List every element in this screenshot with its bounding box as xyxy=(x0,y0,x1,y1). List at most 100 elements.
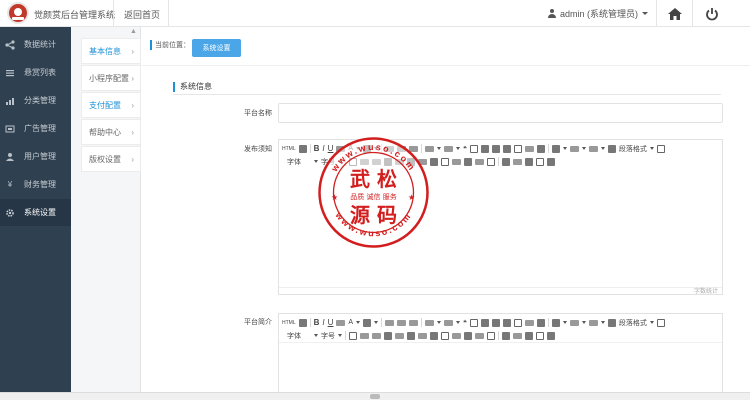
unordered-list-icon[interactable] xyxy=(444,319,454,326)
table-icon[interactable] xyxy=(656,318,665,327)
paragraph-format-select[interactable]: 段落格式 xyxy=(619,144,647,154)
line-height-icon[interactable] xyxy=(569,319,579,326)
highlight-icon[interactable] xyxy=(363,318,372,327)
anchor-icon[interactable] xyxy=(502,331,510,340)
table-row-icon[interactable] xyxy=(360,332,369,339)
paragraph-format-select[interactable]: 段落格式 xyxy=(619,318,647,328)
cell-merge-icon[interactable] xyxy=(452,332,461,339)
cell-split-icon[interactable] xyxy=(464,157,472,166)
video-icon[interactable] xyxy=(491,144,500,153)
file-icon[interactable] xyxy=(502,144,511,153)
fullscreen-icon[interactable] xyxy=(547,157,555,166)
font-color-icon[interactable] xyxy=(551,144,560,153)
italic-button[interactable]: I xyxy=(322,318,324,327)
font-select[interactable]: 字体 xyxy=(287,157,301,167)
cell-props-icon[interactable] xyxy=(487,331,495,340)
logout-button[interactable] xyxy=(692,0,730,27)
align-right-icon[interactable] xyxy=(409,319,419,326)
hr-icon[interactable] xyxy=(524,145,534,152)
subnav-item-help[interactable]: 帮助中心 › xyxy=(81,119,141,145)
platform-intro-editor[interactable]: HTML B I U A ❝ 段落格式 字体 字号 xyxy=(278,313,723,400)
code-icon[interactable] xyxy=(513,318,522,327)
eraser-icon[interactable] xyxy=(536,144,545,153)
cell-icon[interactable] xyxy=(441,331,449,340)
emoji-icon[interactable] xyxy=(469,144,478,153)
unordered-list-icon[interactable] xyxy=(444,145,454,152)
underline-button[interactable]: U xyxy=(328,318,334,327)
user-menu[interactable]: admin (系统管理员) xyxy=(548,7,649,20)
table-icon[interactable] xyxy=(656,144,665,153)
font-select[interactable]: 字体 xyxy=(287,331,301,341)
table-split-icon[interactable] xyxy=(395,332,404,339)
subnav-item-label: 支付配置 xyxy=(89,100,121,110)
cell-props-icon[interactable] xyxy=(487,157,495,166)
eraser-icon[interactable] xyxy=(536,318,545,327)
anchor-icon[interactable] xyxy=(502,157,510,166)
preview-icon[interactable] xyxy=(536,157,544,166)
hr-icon[interactable] xyxy=(524,319,534,326)
emoji-icon[interactable] xyxy=(469,318,478,327)
align-center-icon[interactable] xyxy=(397,319,407,326)
file-icon[interactable] xyxy=(502,318,511,327)
scroll-up-icon[interactable]: ▲ xyxy=(130,28,137,35)
bold-button[interactable]: B xyxy=(314,318,320,327)
paragraph-icon[interactable] xyxy=(607,144,616,153)
breadcrumb-settings-button[interactable]: 系统设置 xyxy=(192,39,241,57)
scrollbar-thumb[interactable] xyxy=(370,394,380,399)
quote-icon[interactable]: ❝ xyxy=(463,145,467,153)
platform-name-input[interactable] xyxy=(278,103,723,123)
search-icon[interactable] xyxy=(298,318,307,327)
table-merge-icon[interactable] xyxy=(384,331,392,340)
align-left-icon[interactable] xyxy=(385,319,395,326)
print-icon[interactable] xyxy=(525,331,533,340)
font-color-icon[interactable] xyxy=(551,318,560,327)
font-size-select[interactable]: 字号 xyxy=(321,331,335,341)
table-insert-icon[interactable] xyxy=(349,331,357,340)
home-link[interactable]: 返回首页 xyxy=(124,8,160,21)
subnav-item-copyright[interactable]: 版权设置 › xyxy=(81,146,141,172)
search-icon[interactable] xyxy=(298,144,307,153)
paragraph-icon[interactable] xyxy=(607,318,616,327)
font-color-button[interactable]: A xyxy=(348,319,353,326)
sidebar-item-settings[interactable]: 系统设置 xyxy=(0,199,71,226)
cell-icon[interactable] xyxy=(441,157,449,166)
sidebar-item-users[interactable]: 用户管理 xyxy=(0,143,71,170)
sidebar-item-stats[interactable]: 数据统计 xyxy=(0,31,71,58)
ordered-list-icon[interactable] xyxy=(425,319,435,326)
horizontal-scrollbar[interactable] xyxy=(0,392,750,400)
line-height-icon[interactable] xyxy=(569,145,579,152)
spacing-icon[interactable] xyxy=(588,319,598,326)
table-align-icon[interactable] xyxy=(418,332,427,339)
quote-icon[interactable]: ❝ xyxy=(463,319,467,327)
subnav-item-basic-info[interactable]: 基本信息 › xyxy=(81,38,141,64)
spacing-icon[interactable] xyxy=(588,145,598,152)
cell-merge-icon[interactable] xyxy=(452,158,461,165)
sidebar-item-finance[interactable]: ¥ 财务管理 xyxy=(0,171,71,198)
table-delete-icon[interactable] xyxy=(407,331,415,340)
sidebar-item-rewards[interactable]: 悬赏列表 xyxy=(0,59,71,86)
html-button[interactable]: HTML xyxy=(282,146,296,152)
subnav-item-payment[interactable]: 支付配置 › xyxy=(81,92,141,118)
preview-icon[interactable] xyxy=(536,331,544,340)
cell-align-icon[interactable] xyxy=(475,332,484,339)
video-icon[interactable] xyxy=(491,318,500,327)
fullscreen-icon[interactable] xyxy=(547,331,555,340)
table-props-icon[interactable] xyxy=(430,157,438,166)
table-col-icon[interactable] xyxy=(372,332,381,339)
subnav-item-miniprogram[interactable]: 小程序配置 › xyxy=(81,65,141,91)
sidebar-item-label: 数据统计 xyxy=(24,40,56,49)
image-icon[interactable] xyxy=(480,318,489,327)
pagebreak-icon[interactable] xyxy=(513,158,522,165)
table-props-icon[interactable] xyxy=(430,331,438,340)
image-icon[interactable] xyxy=(480,144,489,153)
code-icon[interactable] xyxy=(513,144,522,153)
print-icon[interactable] xyxy=(525,157,533,166)
home-button[interactable] xyxy=(656,0,692,27)
cell-align-icon[interactable] xyxy=(475,158,484,165)
strikethrough-icon[interactable] xyxy=(336,319,346,326)
sidebar-item-ads[interactable]: 广告管理 xyxy=(0,115,71,142)
cell-split-icon[interactable] xyxy=(464,331,472,340)
sidebar-item-categories[interactable]: 分类管理 xyxy=(0,87,71,114)
pagebreak-icon[interactable] xyxy=(513,332,522,339)
html-button[interactable]: HTML xyxy=(282,320,296,326)
